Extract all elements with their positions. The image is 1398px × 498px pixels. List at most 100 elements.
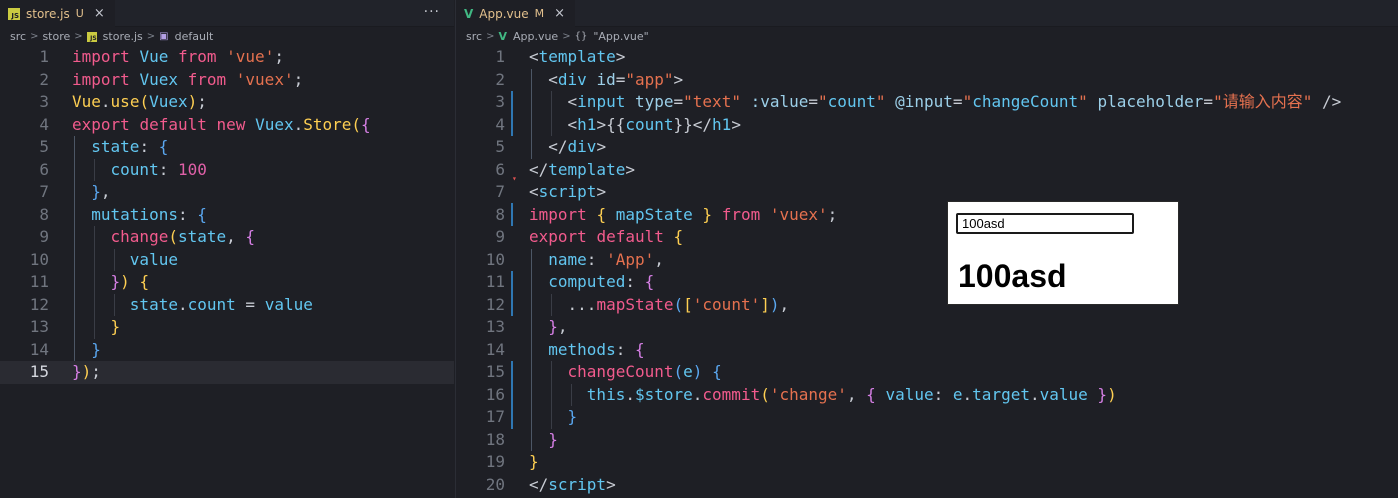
- chevron-right-icon: >: [486, 31, 495, 42]
- code-line: 5 state: {: [0, 136, 454, 159]
- line-number: 11: [485, 272, 505, 291]
- right-tab-bar: V App.vue M ×: [456, 0, 1398, 27]
- vue-file-icon: V: [464, 6, 474, 21]
- line-number: 15: [485, 362, 505, 381]
- line-number: 3: [495, 92, 505, 111]
- tab-status-badge: U: [75, 7, 84, 20]
- chevron-right-icon: >: [30, 31, 39, 42]
- line-number: 12: [29, 294, 49, 314]
- code-line: 7 <script>: [456, 181, 1398, 204]
- line-number: 7: [39, 182, 49, 201]
- line-number: 5: [495, 137, 505, 156]
- code-line: 14 }: [0, 338, 454, 361]
- breadcrumb-item-store[interactable]: store: [42, 30, 70, 43]
- line-number: 12: [485, 294, 505, 314]
- breadcrumb: src > V App.vue > {} "App.vue": [456, 27, 1398, 46]
- line-number: 10: [485, 249, 505, 269]
- line-number: 20: [485, 474, 505, 494]
- chevron-right-icon: >: [562, 31, 571, 42]
- close-icon[interactable]: ×: [554, 6, 565, 21]
- line-number: 14: [485, 339, 505, 359]
- close-icon[interactable]: ×: [94, 6, 105, 21]
- code-line: 10 name: 'App',: [456, 248, 1398, 271]
- line-number: 2: [39, 69, 49, 89]
- code-line: 18 }: [456, 428, 1398, 451]
- line-number: 2: [495, 69, 505, 89]
- line-number: 8: [495, 204, 505, 224]
- code-line: 9 change(state, {: [0, 226, 454, 249]
- code-line: 6 count: 100: [0, 158, 454, 181]
- breadcrumb-item-src[interactable]: src: [10, 30, 26, 43]
- line-number: 11: [29, 272, 49, 291]
- line-number: 4: [495, 114, 505, 134]
- breadcrumb-item-file[interactable]: App.vue: [513, 30, 558, 43]
- module-icon: ▣: [159, 31, 169, 42]
- code-line: 17 }: [456, 406, 1398, 429]
- tab-status-badge: M: [534, 7, 545, 20]
- breadcrumb-item-default[interactable]: default: [175, 30, 214, 43]
- line-number: 18: [485, 429, 505, 449]
- tab-title: store.js: [26, 6, 70, 21]
- code-line: 4 <h1>{{count}}</h1>: [456, 113, 1398, 136]
- breadcrumb: src > store > JS store.js > ▣ default: [0, 27, 454, 46]
- code-line: 1 <template>: [456, 46, 1398, 69]
- line-number: 13: [485, 317, 505, 336]
- more-actions-icon[interactable]: ···: [424, 4, 440, 20]
- code-line: 11 }) {: [0, 271, 454, 294]
- braces-icon: {}: [574, 31, 588, 42]
- code-line: 3 <input type="text" :value="count" @inp…: [456, 91, 1398, 114]
- code-line: 6 </template>: [456, 159, 1398, 182]
- line-number: 1: [495, 47, 505, 66]
- code-line: 8 mutations: {: [0, 203, 454, 226]
- code-line: 11 computed: {: [456, 271, 1398, 294]
- line-number: 10: [29, 249, 49, 269]
- code-line: 12 ...mapState(['count']),: [456, 293, 1398, 316]
- tab-store-js[interactable]: JS store.js U ×: [0, 0, 115, 27]
- count-heading: 100asd: [958, 258, 1067, 294]
- code-line: 19}: [456, 451, 1398, 474]
- code-line: 7 },: [0, 181, 454, 204]
- line-number: 15: [29, 362, 49, 381]
- code-line: 2 import Vuex from 'vuex';: [0, 69, 454, 92]
- code-editor-app-vue[interactable]: ▾ 1 <template> 2 <div id="app"> 3 <input …: [456, 46, 1398, 496]
- line-number: 16: [485, 384, 505, 404]
- code-editor-store-js[interactable]: 1 import Vue from 'vue'; 2 import Vuex fro…: [0, 46, 454, 384]
- code-line: 15 changeCount(e) {: [456, 361, 1398, 384]
- line-number: 5: [39, 137, 49, 156]
- line-number: 8: [39, 204, 49, 224]
- js-file-icon: JS: [8, 7, 20, 20]
- code-line: 1 import Vue from 'vue';: [0, 46, 454, 69]
- tab-title: App.vue: [479, 6, 529, 21]
- left-editor-pane[interactable]: JS store.js U × ··· src > store > JS sto…: [0, 0, 454, 498]
- breadcrumb-item-file[interactable]: store.js: [103, 30, 143, 43]
- code-line-current: 15});: [0, 361, 454, 384]
- code-line: 12 state.count = value: [0, 293, 454, 316]
- code-line: 9 export default {: [456, 226, 1398, 249]
- code-line: 8 import { mapState } from 'vuex';: [456, 204, 1398, 227]
- right-editor-pane[interactable]: V App.vue M × src > V App.vue > {} "App.…: [455, 0, 1398, 498]
- browser-preview: 100asd: [947, 201, 1179, 305]
- code-line: 3 Vue.use(Vuex);: [0, 91, 454, 114]
- line-number: 7: [495, 182, 505, 201]
- line-number: 9: [495, 227, 505, 246]
- js-file-icon: JS: [86, 31, 97, 42]
- code-line: 4 export default new Vuex.Store({: [0, 114, 454, 137]
- line-number: 14: [29, 339, 49, 359]
- line-number: 13: [29, 317, 49, 336]
- line-number: 3: [39, 92, 49, 111]
- code-line: 14 methods: {: [456, 338, 1398, 361]
- code-line: 13 }: [0, 316, 454, 339]
- left-tab-bar: JS store.js U × ···: [0, 0, 454, 27]
- breadcrumb-item-component[interactable]: "App.vue": [593, 30, 648, 43]
- count-input[interactable]: [956, 213, 1134, 234]
- code-line: 13 },: [456, 316, 1398, 339]
- code-line: 20 </script>: [456, 474, 1398, 497]
- line-number: 4: [39, 114, 49, 134]
- line-number: 6: [39, 159, 49, 179]
- line-number: 6: [495, 159, 505, 179]
- tab-app-vue[interactable]: V App.vue M ×: [456, 0, 576, 27]
- code-line: 5 </div>: [456, 136, 1398, 159]
- line-number: 9: [39, 227, 49, 246]
- breadcrumb-item-src[interactable]: src: [466, 30, 482, 43]
- code-line: 2 <div id="app">: [456, 68, 1398, 91]
